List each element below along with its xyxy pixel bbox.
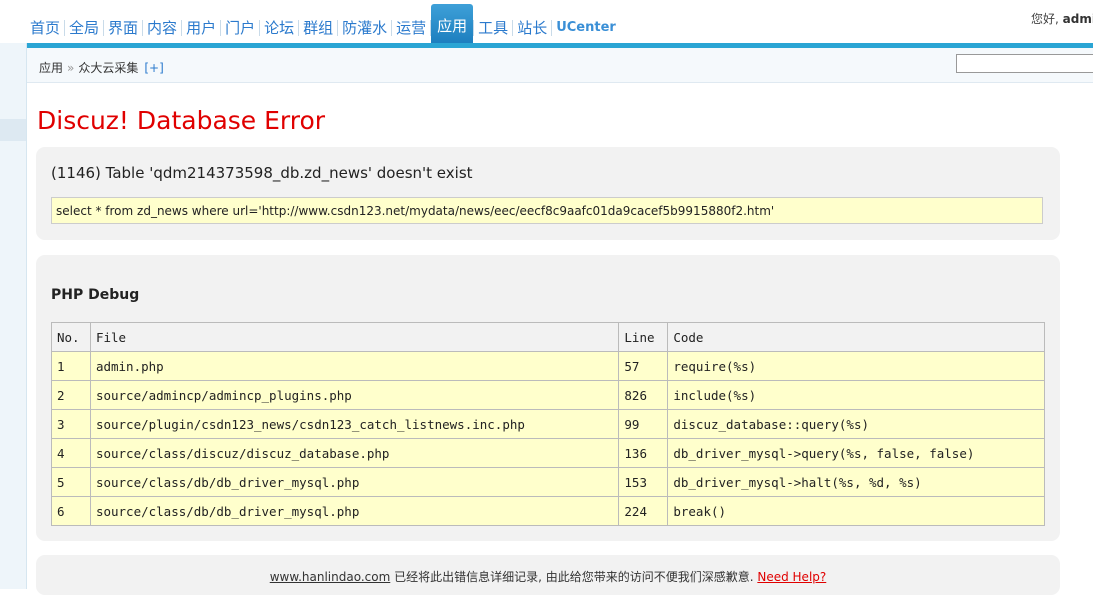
nav-item-5[interactable]: 门户: [221, 8, 259, 46]
table-row: 2 source/admincp/admincp_plugins.php 826 in…: [51, 380, 1045, 410]
cell-file: admin.php: [89, 351, 620, 381]
debug-title: PHP Debug: [51, 287, 140, 303]
footer-message: 已经将此出错信息详细记录, 由此给您带来的访问不便我们深感歉意.: [390, 570, 758, 584]
table-row: 5 source/class/db/db_driver_mysql.php 153 d…: [51, 467, 1045, 497]
col-header-code: Code: [667, 322, 1045, 352]
site-link[interactable]: www.hanlindao.com: [270, 570, 391, 584]
cell-code: db_driver_mysql->query(%s, false, false): [667, 438, 1045, 468]
col-header-line: Line: [618, 322, 669, 352]
cell-no: 6: [51, 496, 91, 526]
nav-item-9[interactable]: 运营: [392, 8, 430, 46]
need-help-link[interactable]: Need Help?: [757, 570, 826, 584]
cell-file: source/class/discuz/discuz_database.php: [89, 438, 620, 468]
nav-item-4[interactable]: 用户: [182, 8, 220, 46]
error-title: Discuz! Database Error: [37, 106, 326, 135]
breadcrumb-separator: »: [67, 61, 75, 75]
main-nav: 首页 全局 界面 内容 用户 门户 论坛 群组 防灌水 运营 应用 工具 站长 UCenter: [26, 4, 620, 46]
nav-item-0[interactable]: 首页: [26, 8, 64, 46]
table-row: 6 source/class/db/db_driver_mysql.php 224 b…: [51, 496, 1045, 526]
cell-code: include(%s): [667, 380, 1045, 410]
footer-text: www.hanlindao.com 已经将此出错信息详细记录, 由此给您带来的访…: [36, 568, 1060, 585]
cell-line: 136: [618, 438, 669, 468]
top-header: 首页 全局 界面 内容 用户 门户 论坛 群组 防灌水 运营 应用 工具 站长 UCenter 您好, a…: [0, 0, 1093, 48]
cell-code: break(): [667, 496, 1045, 526]
cell-line: 153: [618, 467, 669, 497]
cell-code: db_driver_mysql->halt(%s, %d, %s): [667, 467, 1045, 497]
search-input[interactable]: [956, 54, 1093, 73]
col-header-file: File: [89, 322, 620, 352]
nav-item-6[interactable]: 论坛: [260, 8, 298, 46]
nav-item-8[interactable]: 防灌水: [338, 8, 391, 46]
nav-item-1[interactable]: 全局: [65, 8, 103, 46]
table-row: 1 admin.php 57 require(%s): [51, 351, 1045, 381]
username-link[interactable]: admi: [1063, 12, 1093, 26]
table-header-row: No. File Line Code: [51, 322, 1045, 352]
debug-table: No. File Line Code 1 admin.php 57 require(%…: [51, 322, 1045, 526]
cell-line: 826: [618, 380, 669, 410]
cell-line: 224: [618, 496, 669, 526]
cell-no: 4: [51, 438, 91, 468]
col-header-no: No.: [51, 322, 91, 352]
cell-no: 1: [51, 351, 91, 381]
nav-item-11[interactable]: 工具: [474, 8, 512, 46]
cell-no: 2: [51, 380, 91, 410]
user-greeting: 您好, admi: [1031, 10, 1093, 27]
nav-item-12[interactable]: 站长: [513, 8, 551, 46]
nav-item-10[interactable]: 应用: [431, 4, 474, 46]
table-row: 3 source/plugin/csdn123_news/csdn123_catc…: [51, 409, 1045, 439]
footer-panel: www.hanlindao.com 已经将此出错信息详细记录, 由此给您带来的访…: [36, 555, 1060, 595]
breadcrumb-current: 众大云采集: [78, 61, 139, 75]
breadcrumb: 应用 » 众大云采集 [+]: [39, 59, 164, 76]
nav-item-3[interactable]: 内容: [143, 8, 181, 46]
cell-line: 99: [618, 409, 669, 439]
left-sidebar: [0, 43, 27, 589]
breadcrumb-bar: 应用 » 众大云采集 [+]: [27, 48, 1093, 83]
nav-item-13[interactable]: UCenter: [552, 8, 620, 46]
error-panel: (1146) Table 'qdm214373598_db.zd_news' d…: [36, 147, 1060, 240]
error-message: (1146) Table 'qdm214373598_db.zd_news' d…: [51, 164, 473, 182]
cell-code: discuz_database::query(%s): [667, 409, 1045, 439]
nav-item-7[interactable]: 群组: [299, 8, 337, 46]
cell-file: source/class/db/db_driver_mysql.php: [89, 496, 620, 526]
cell-file: source/admincp/admincp_plugins.php: [89, 380, 620, 410]
add-shortcut-button[interactable]: [+]: [144, 61, 163, 75]
sql-query-box: select * from zd_news where url='http://…: [51, 197, 1043, 224]
nav-item-2[interactable]: 界面: [104, 8, 142, 46]
cell-file: source/plugin/csdn123_news/csdn123_catch…: [89, 409, 620, 439]
cell-no: 3: [51, 409, 91, 439]
cell-file: source/class/db/db_driver_mysql.php: [89, 467, 620, 497]
table-row: 4 source/class/discuz/discuz_database.php…: [51, 438, 1045, 468]
breadcrumb-root[interactable]: 应用: [39, 61, 63, 75]
debug-panel: PHP Debug No. File Line Code 1 admin.php 5…: [36, 255, 1060, 541]
cell-line: 57: [618, 351, 669, 381]
sidebar-active-block: [0, 119, 26, 141]
cell-no: 5: [51, 467, 91, 497]
cell-code: require(%s): [667, 351, 1045, 381]
